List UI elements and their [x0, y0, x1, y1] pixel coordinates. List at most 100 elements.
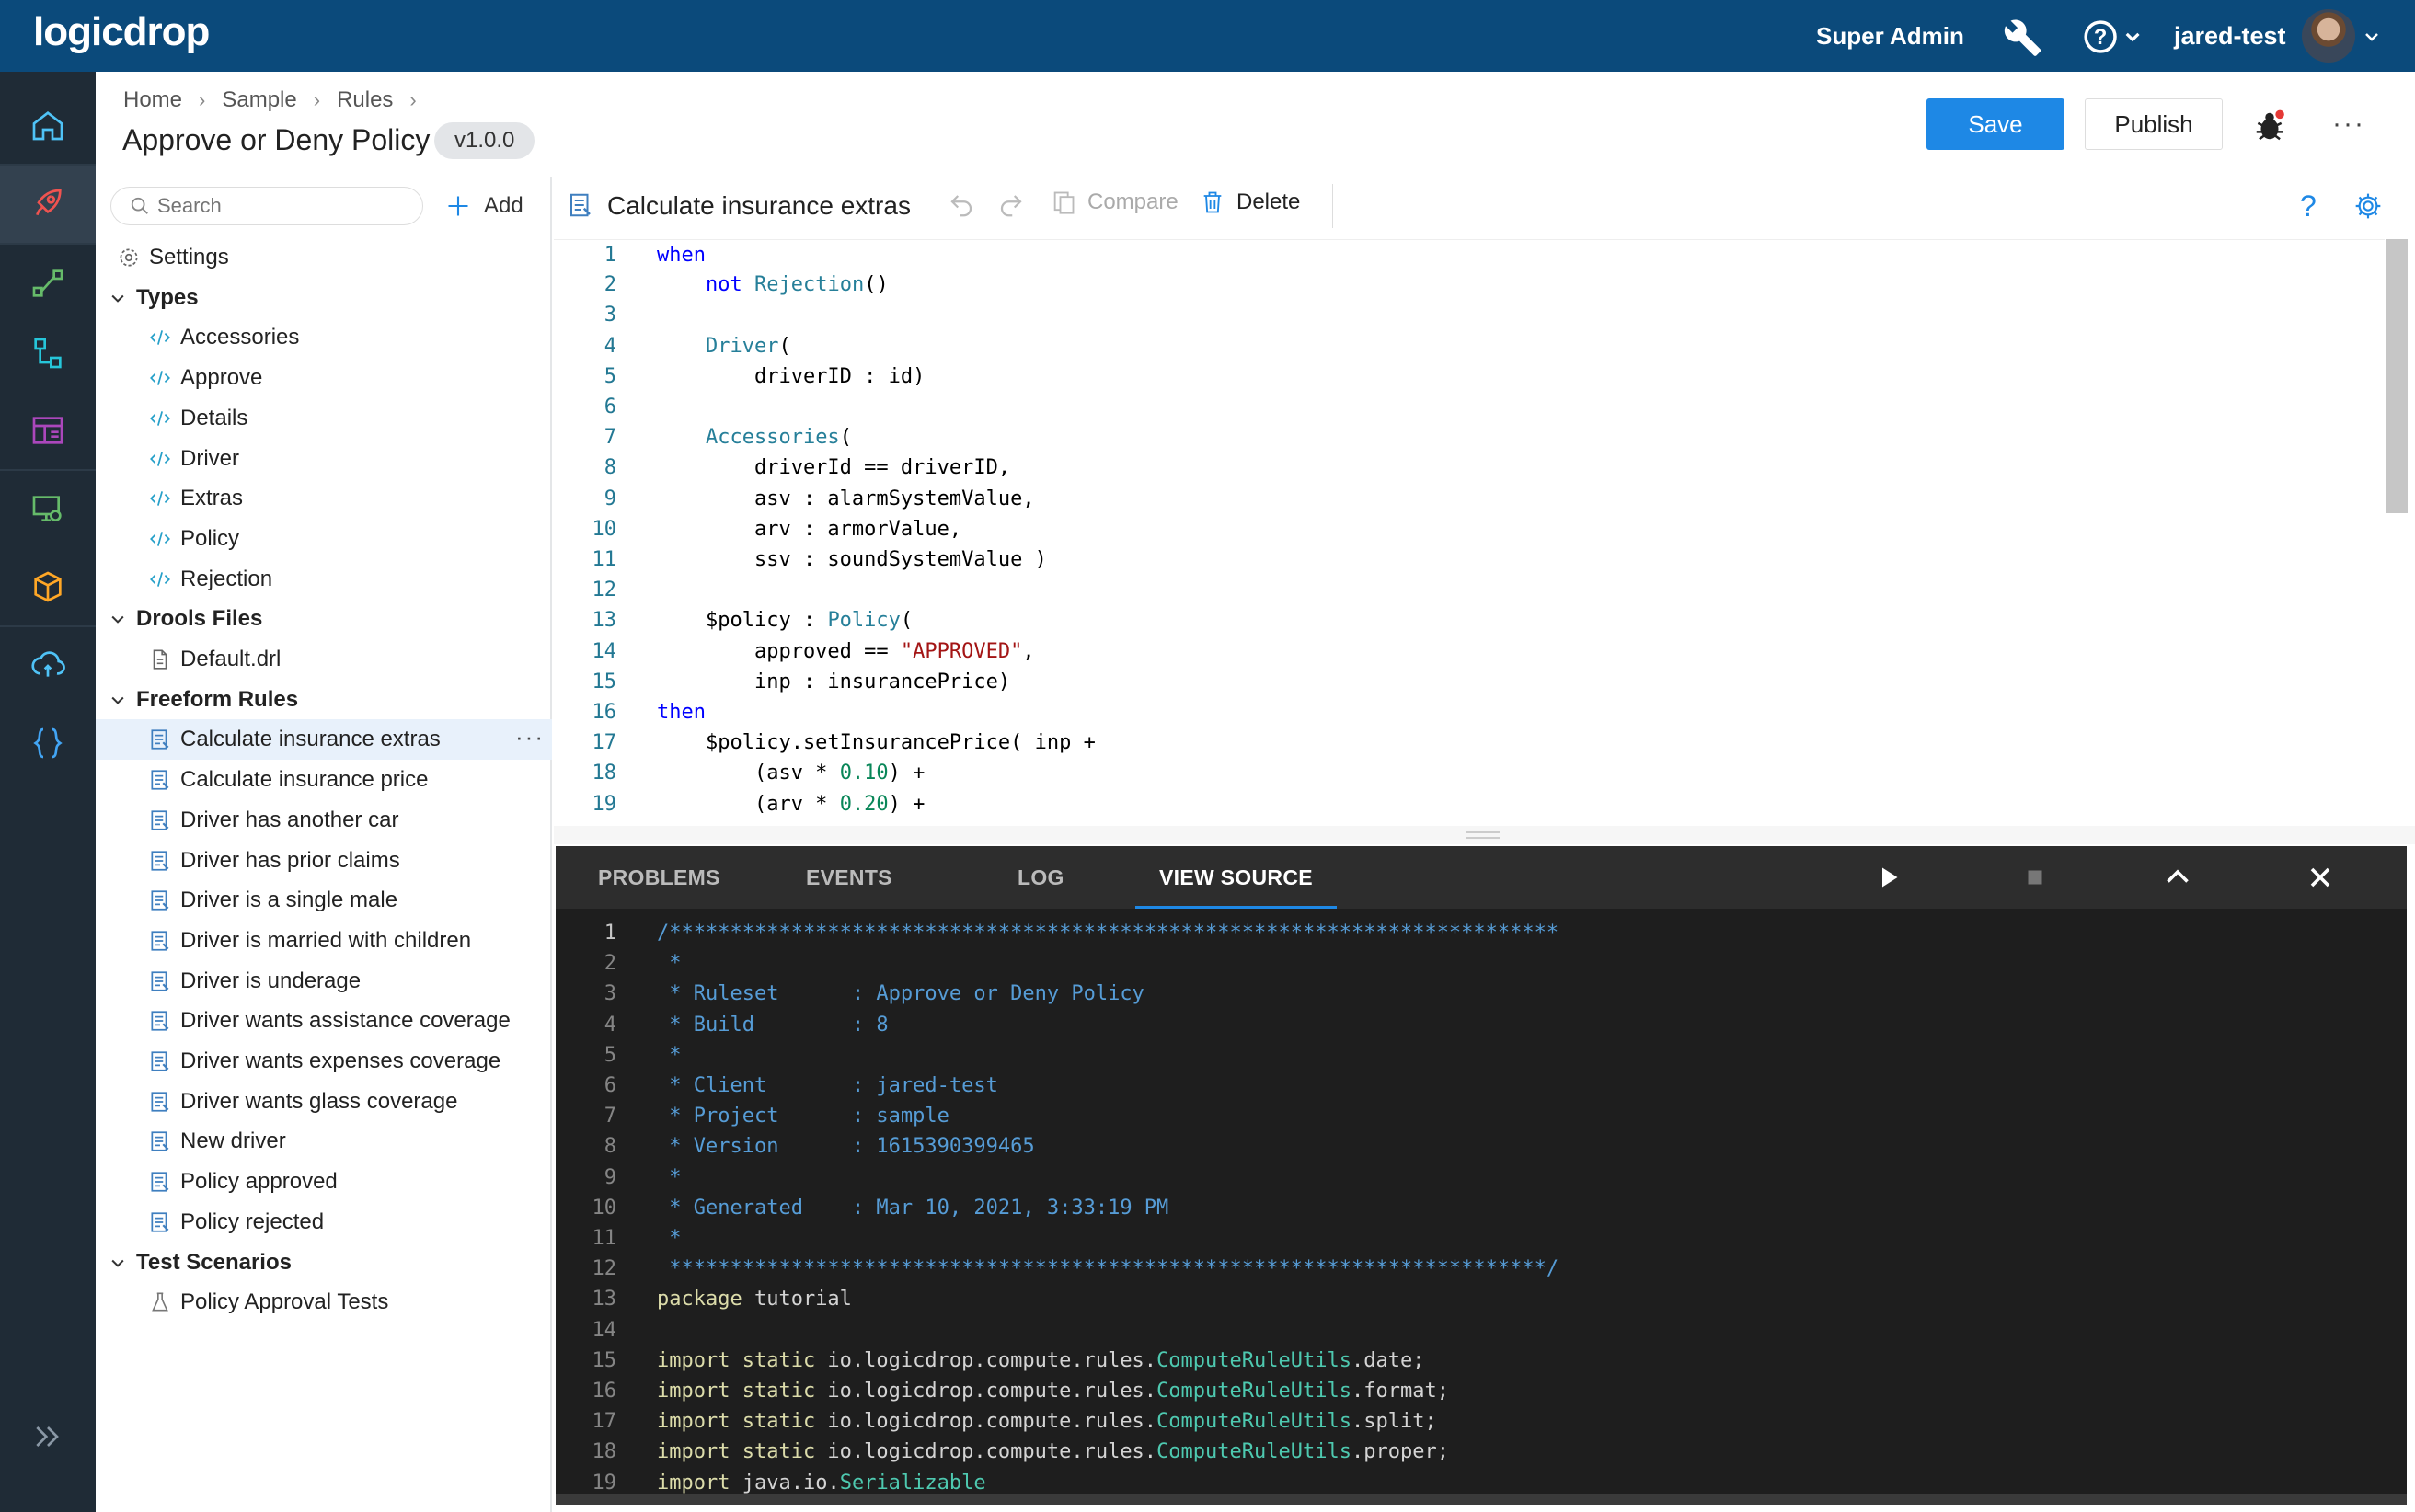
tree-item[interactable]: Driver — [96, 439, 552, 479]
more-options-icon[interactable]: ··· — [515, 723, 545, 751]
tree-item[interactable]: New driver — [96, 1121, 552, 1162]
source-line[interactable]: 14 — [556, 1315, 2407, 1346]
source-viewer[interactable]: 1 /**************************************… — [556, 909, 2407, 1505]
nav-expand[interactable] — [0, 1398, 96, 1475]
tab-events[interactable]: EVENTS — [806, 846, 892, 909]
tree-item[interactable]: Policy Approval Tests — [96, 1282, 552, 1323]
tree-item[interactable]: Driver wants assistance coverage — [96, 1001, 552, 1041]
chevron-down-icon[interactable] — [107, 608, 129, 630]
code-line[interactable]: 1 when — [554, 239, 2385, 269]
tree-item[interactable]: Driver wants expenses coverage — [96, 1041, 552, 1082]
source-line[interactable]: 3 * Ruleset : Approve or Deny Policy — [556, 979, 2407, 1009]
tree-group[interactable]: Test Scenarios — [96, 1243, 552, 1283]
source-line[interactable]: 4 * Build : 8 — [556, 1010, 2407, 1040]
source-line[interactable]: 16 import static io.logicdrop.compute.rul… — [556, 1376, 2407, 1406]
source-line[interactable]: 13 package tutorial — [556, 1284, 2407, 1314]
code-line[interactable]: 13 $policy : Policy( — [554, 605, 2385, 636]
code-line[interactable]: 7 Accessories( — [554, 422, 2385, 452]
stop-icon[interactable] — [2018, 861, 2052, 894]
tree-item[interactable]: Details — [96, 398, 552, 439]
tree-item[interactable]: Driver wants glass coverage — [96, 1082, 552, 1122]
splitter-grip[interactable] — [1466, 831, 1500, 839]
search-input[interactable] — [157, 194, 397, 218]
code-line[interactable]: 11 ssv : soundSystemValue ) — [554, 544, 2385, 575]
help-menu-icon[interactable]: ? — [2083, 18, 2147, 55]
tree-item[interactable]: Driver is a single male — [96, 880, 552, 921]
delete-button[interactable]: Delete — [1200, 189, 1300, 215]
code-line[interactable]: 17 $policy.setInsurancePrice( inp + — [554, 727, 2385, 758]
avatar[interactable] — [2302, 9, 2355, 63]
publish-button[interactable]: Publish — [2085, 98, 2223, 150]
more-options-icon[interactable]: ··· — [2332, 109, 2365, 140]
source-line[interactable]: 18 import static io.logicdrop.compute.rul… — [556, 1437, 2407, 1467]
tree-item[interactable]: Calculate insurance price — [96, 760, 552, 800]
source-line[interactable]: 2 * — [556, 948, 2407, 979]
nav-cloud[interactable] — [0, 627, 96, 704]
tree-group[interactable]: Freeform Rules — [96, 680, 552, 720]
code-line[interactable]: 6 — [554, 392, 2385, 422]
role-label[interactable]: Super Admin — [1816, 22, 1964, 51]
play-icon[interactable] — [1871, 861, 1904, 894]
tab-view-source[interactable]: VIEW SOURCE — [1135, 846, 1337, 909]
code-line[interactable]: 3 — [554, 300, 2385, 330]
code-line[interactable]: 5 driverID : id) — [554, 361, 2385, 392]
tree-item[interactable]: Rejection — [96, 559, 552, 600]
code-line[interactable]: 12 — [554, 575, 2385, 605]
code-line[interactable]: 2 not Rejection() — [554, 269, 2385, 300]
help-icon[interactable]: ? — [2300, 189, 2317, 223]
code-editor[interactable]: 1 when 2 not Rejection() 3 4 Driver(5 driver… — [554, 239, 2415, 822]
panel-splitter[interactable] — [554, 826, 2415, 844]
tab-log[interactable]: LOG — [1018, 846, 1064, 909]
source-line[interactable]: 9 * — [556, 1163, 2407, 1193]
breadcrumb-sample[interactable]: Sample — [222, 87, 296, 113]
logo[interactable]: logicdrop — [33, 9, 210, 55]
nav-packages[interactable] — [0, 548, 96, 625]
source-line[interactable]: 6 * Client : jared-test — [556, 1071, 2407, 1101]
add-button[interactable]: Add — [445, 188, 523, 224]
tree-settings[interactable]: Settings — [96, 237, 552, 278]
version-badge[interactable]: v1.0.0 — [434, 122, 535, 159]
gear-icon[interactable] — [2353, 191, 2383, 221]
tree-item[interactable]: Approve — [96, 358, 552, 398]
panel-scrollbar[interactable] — [556, 1494, 2407, 1505]
source-line[interactable]: 7 * Project : sample — [556, 1101, 2407, 1131]
undo-icon[interactable] — [948, 191, 975, 219]
code-line[interactable]: 19 (arv * 0.20) + — [554, 789, 2385, 819]
nav-home[interactable] — [0, 86, 96, 164]
code-line[interactable]: 8 driverId == driverID, — [554, 452, 2385, 483]
code-line[interactable]: 9 asv : alarmSystemValue, — [554, 484, 2385, 514]
breadcrumb-rules[interactable]: Rules — [337, 87, 393, 113]
tree-item[interactable]: Policy rejected — [96, 1202, 552, 1243]
chevron-down-icon[interactable] — [2361, 26, 2383, 48]
user-name[interactable]: jared-test — [2174, 22, 2286, 51]
tree-item[interactable]: Extras — [96, 478, 552, 519]
tree-item[interactable]: Driver is underage — [96, 961, 552, 1002]
tree-item[interactable]: Driver is married with children — [96, 921, 552, 961]
source-line[interactable]: 11 * — [556, 1223, 2407, 1254]
tree-group[interactable]: Types — [96, 278, 552, 318]
tree-item[interactable]: Driver has prior claims — [96, 841, 552, 881]
source-line[interactable]: 17 import static io.logicdrop.compute.rul… — [556, 1406, 2407, 1437]
nav-monitor[interactable] — [0, 471, 96, 548]
chevron-down-icon[interactable] — [107, 1252, 129, 1274]
code-line[interactable]: 16 then — [554, 697, 2385, 727]
breadcrumb-home[interactable]: Home — [123, 87, 182, 113]
editor-scrollbar[interactable] — [2386, 239, 2408, 513]
code-line[interactable]: 10 arv : armorValue, — [554, 514, 2385, 544]
nav-api[interactable] — [0, 704, 96, 782]
tree-item[interactable]: Accessories — [96, 317, 552, 358]
tree-item[interactable]: Driver has another car — [96, 800, 552, 841]
nav-deploy[interactable] — [0, 166, 96, 243]
nav-diagrams[interactable] — [0, 315, 96, 392]
redo-icon[interactable] — [997, 191, 1025, 219]
source-line[interactable]: 12 *************************************… — [556, 1254, 2407, 1284]
tab-problems[interactable]: PROBLEMS — [598, 846, 720, 909]
tree-item[interactable]: Calculate insurance extras ··· — [96, 719, 552, 761]
tree-group[interactable]: Drools Files — [96, 599, 552, 639]
compare-button[interactable]: Compare — [1051, 189, 1179, 215]
wrench-icon[interactable] — [2002, 17, 2042, 57]
tree-item[interactable]: Policy — [96, 519, 552, 559]
source-line[interactable]: 5 * — [556, 1040, 2407, 1071]
tree-item[interactable]: Default.drl — [96, 639, 552, 680]
source-line[interactable]: 1 /**************************************… — [556, 918, 2407, 948]
